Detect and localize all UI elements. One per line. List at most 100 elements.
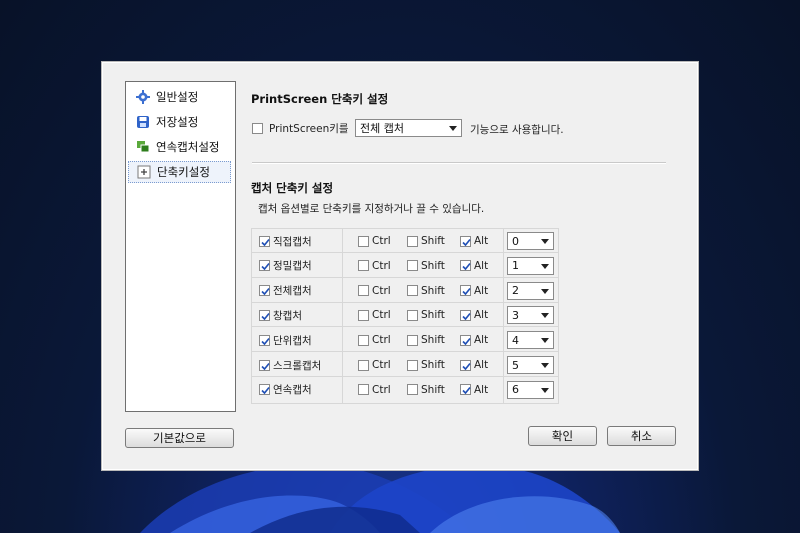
alt-checkbox[interactable] bbox=[460, 285, 471, 297]
alt-label: Alt bbox=[474, 259, 489, 272]
key-value: 0 bbox=[512, 234, 519, 248]
chevron-down-icon bbox=[541, 239, 549, 244]
capture-name: 단위캡처 bbox=[273, 334, 312, 347]
restore-defaults-button[interactable]: 기본값으로 bbox=[125, 428, 234, 448]
capture-name: 직접캡처 bbox=[273, 235, 312, 248]
shift-label: Shift bbox=[421, 259, 445, 272]
save-icon bbox=[136, 115, 150, 129]
sidebar-item-save[interactable]: 저장설정 bbox=[128, 111, 231, 133]
ctrl-label: Ctrl bbox=[372, 309, 391, 322]
alt-label: Alt bbox=[474, 309, 489, 322]
sidebar-item-label: 단축키설정 bbox=[157, 165, 210, 179]
ok-button[interactable]: 확인 bbox=[528, 426, 597, 446]
capture-enable-checkbox[interactable] bbox=[259, 260, 270, 272]
ctrl-label: Ctrl bbox=[372, 359, 391, 371]
ctrl-checkbox[interactable] bbox=[358, 359, 369, 371]
settings-sidebar: 일반설정 저장설정 연속캡처설정 단축키설정 bbox=[125, 81, 236, 412]
shift-label: Shift bbox=[421, 359, 445, 371]
key-select[interactable]: 0 bbox=[507, 232, 554, 250]
ctrl-checkbox[interactable] bbox=[358, 384, 369, 396]
table-row: 연속캡처 Ctrl Shift Alt 6 bbox=[252, 378, 558, 402]
alt-checkbox[interactable] bbox=[460, 235, 471, 247]
key-value: 2 bbox=[512, 284, 519, 298]
ctrl-label: Ctrl bbox=[372, 259, 391, 272]
ctrl-label: Ctrl bbox=[372, 284, 391, 297]
key-select[interactable]: 3 bbox=[507, 306, 554, 325]
capture-enable-checkbox[interactable] bbox=[259, 359, 270, 371]
capture-name: 정밀캡처 bbox=[273, 260, 312, 273]
alt-checkbox[interactable] bbox=[460, 260, 471, 272]
capture-name: 스크롤캡처 bbox=[273, 359, 322, 372]
ctrl-checkbox[interactable] bbox=[358, 334, 369, 346]
printscreen-checkbox-label: PrintScreen키를 bbox=[269, 123, 349, 135]
alt-checkbox[interactable] bbox=[460, 334, 471, 346]
shortcut-icon bbox=[137, 165, 151, 179]
alt-checkbox[interactable] bbox=[460, 359, 471, 371]
sidebar-item-general[interactable]: 일반설정 bbox=[128, 86, 231, 108]
table-row: 직접캡처 Ctrl Shift Alt 0 bbox=[252, 229, 558, 253]
key-select[interactable]: 4 bbox=[507, 331, 554, 350]
sidebar-item-label: 연속캡처설정 bbox=[156, 140, 220, 154]
chevron-down-icon bbox=[541, 313, 549, 319]
capture-enable-checkbox[interactable] bbox=[259, 384, 270, 396]
printscreen-option: PrintScreen키를 bbox=[252, 121, 349, 136]
ctrl-label: Ctrl bbox=[372, 383, 391, 396]
alt-label: Alt bbox=[474, 359, 489, 371]
table-row: 정밀캡처 Ctrl Shift Alt 1 bbox=[252, 254, 558, 278]
ctrl-checkbox[interactable] bbox=[358, 285, 369, 297]
printscreen-action-value: 전체 캡처 bbox=[360, 122, 404, 135]
alt-checkbox[interactable] bbox=[460, 309, 471, 321]
chevron-down-icon bbox=[541, 288, 549, 294]
capture-name: 전체캡처 bbox=[273, 285, 312, 298]
shift-checkbox[interactable] bbox=[407, 384, 418, 396]
section-divider bbox=[252, 162, 666, 164]
shift-label: Shift bbox=[421, 334, 445, 347]
ctrl-checkbox[interactable] bbox=[358, 235, 369, 247]
chevron-down-icon bbox=[541, 387, 549, 393]
shift-checkbox[interactable] bbox=[407, 260, 418, 272]
key-value: 3 bbox=[512, 308, 519, 322]
shift-checkbox[interactable] bbox=[407, 334, 418, 346]
table-row: 창캡처 Ctrl Shift Alt 3 bbox=[252, 303, 558, 328]
capture-name: 창캡처 bbox=[273, 309, 302, 322]
shift-checkbox[interactable] bbox=[407, 235, 418, 247]
sidebar-item-label: 일반설정 bbox=[156, 90, 199, 104]
key-select[interactable]: 2 bbox=[507, 281, 554, 300]
chevron-down-icon bbox=[541, 263, 549, 269]
key-value: 6 bbox=[512, 383, 519, 397]
key-select[interactable]: 6 bbox=[507, 380, 554, 399]
printscreen-checkbox[interactable] bbox=[252, 123, 263, 134]
gear-icon bbox=[136, 90, 150, 104]
table-row: 스크롤캡처 Ctrl Shift Alt 5 bbox=[252, 353, 558, 377]
alt-label: Alt bbox=[474, 334, 489, 347]
shortcut-table: 직접캡처 Ctrl Shift Alt 0 정밀캡처 Ctrl Shift Al… bbox=[251, 228, 559, 404]
ctrl-checkbox[interactable] bbox=[358, 260, 369, 272]
chevron-down-icon bbox=[541, 338, 549, 344]
capture-enable-checkbox[interactable] bbox=[259, 309, 270, 321]
printscreen-suffix: 기능으로 사용합니다. bbox=[470, 124, 564, 136]
shift-label: Shift bbox=[421, 383, 445, 396]
key-value: 5 bbox=[512, 358, 519, 372]
printscreen-action-select[interactable]: 전체 캡처 bbox=[355, 119, 462, 137]
ctrl-checkbox[interactable] bbox=[358, 309, 369, 321]
cancel-button[interactable]: 취소 bbox=[607, 426, 676, 446]
sidebar-item-shortcut[interactable]: 단축키설정 bbox=[128, 161, 231, 183]
shift-checkbox[interactable] bbox=[407, 309, 418, 321]
capture-enable-checkbox[interactable] bbox=[259, 235, 270, 247]
key-select[interactable]: 5 bbox=[507, 356, 554, 374]
sidebar-item-continuous[interactable]: 연속캡처설정 bbox=[128, 136, 231, 158]
continuous-capture-icon bbox=[136, 140, 150, 154]
capture-section-description: 캡처 옵션별로 단축키를 지정하거나 끌 수 있습니다. bbox=[258, 203, 485, 215]
sidebar-item-label: 저장설정 bbox=[156, 115, 199, 129]
shift-label: Shift bbox=[421, 309, 445, 322]
alt-checkbox[interactable] bbox=[460, 384, 471, 396]
capture-enable-checkbox[interactable] bbox=[259, 285, 270, 297]
table-row: 전체캡처 Ctrl Shift Alt 2 bbox=[252, 279, 558, 303]
alt-label: Alt bbox=[474, 383, 489, 396]
key-select[interactable]: 1 bbox=[507, 256, 554, 275]
key-value: 1 bbox=[512, 259, 519, 273]
shift-checkbox[interactable] bbox=[407, 359, 418, 371]
shift-checkbox[interactable] bbox=[407, 285, 418, 297]
capture-enable-checkbox[interactable] bbox=[259, 334, 270, 346]
capture-name: 연속캡처 bbox=[273, 384, 312, 397]
